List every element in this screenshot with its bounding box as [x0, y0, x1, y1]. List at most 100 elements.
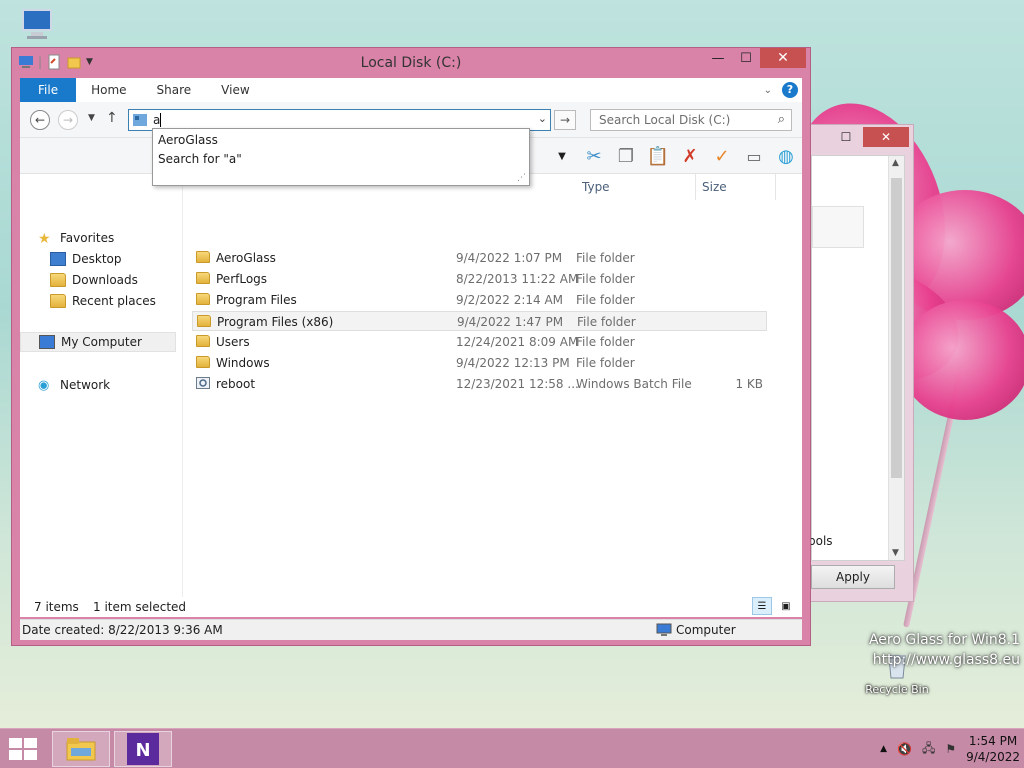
bw-content-panel: ▲ ▼ bols [808, 155, 905, 561]
search-box[interactable]: Search Local Disk (C:) ⌕ [590, 109, 792, 131]
tab-file[interactable]: File [20, 78, 77, 102]
navigation-pane: ★ Favorites Desktop Downloads Recent pla… [20, 174, 183, 617]
file-explorer-icon [66, 738, 96, 761]
drive-icon [133, 114, 147, 126]
address-dropdown-icon[interactable]: ⌄ [538, 112, 547, 125]
scroll-up-icon[interactable]: ▲ [892, 158, 899, 168]
scroll-down-icon[interactable]: ▼ [892, 548, 899, 558]
volume-muted-icon[interactable]: 🔇 [897, 742, 912, 756]
rename-icon[interactable]: ▭ [742, 144, 766, 168]
suggestion-aeroglass[interactable]: AeroGlass [158, 131, 218, 149]
bw-close-button[interactable]: ✕ [863, 127, 909, 147]
text-caret [160, 113, 161, 127]
column-header-type[interactable]: Type [576, 174, 696, 200]
file-date: 9/4/2022 12:13 PM [456, 356, 570, 370]
checkmark-icon[interactable]: ✓ [710, 144, 734, 168]
clock[interactable]: 1:54 PM 9/4/2022 [966, 733, 1020, 765]
resize-grip-icon[interactable]: ⋰ [517, 173, 526, 183]
up-button[interactable]: ↑ [106, 110, 118, 126]
bw-scroll-thumb[interactable] [891, 178, 902, 478]
table-row[interactable]: Users 12/24/2021 8:09 AM File folder [192, 332, 767, 352]
help-icon[interactable]: ? [782, 82, 798, 98]
background-window[interactable]: ☐ ✕ ▲ ▼ bols Apply [800, 124, 914, 602]
large-icons-view-icon[interactable]: ▣ [776, 597, 796, 615]
recent-locations-icon[interactable]: ▼ [88, 113, 95, 123]
nav-recent-label: Recent places [72, 294, 156, 308]
file-type: File folder [577, 315, 636, 329]
taskbar-file-explorer[interactable] [52, 731, 110, 767]
nav-network-label: Network [60, 378, 111, 392]
table-row[interactable]: Windows 9/4/2022 12:13 PM File folder [192, 353, 767, 373]
file-name: Users [216, 335, 250, 349]
apply-button[interactable]: Apply [811, 565, 895, 589]
table-row[interactable]: AeroGlass 9/4/2022 1:07 PM File folder [192, 248, 767, 268]
star-icon: ★ [38, 231, 51, 247]
file-date: 8/22/2013 11:22 AM [456, 272, 579, 286]
nav-desktop[interactable]: Desktop [50, 249, 122, 269]
suggestion-search[interactable]: Search for "a" [158, 150, 242, 168]
cut-icon[interactable]: ✂ [582, 144, 606, 168]
desktop-icon-computer[interactable] [14, 6, 60, 45]
table-row[interactable]: Program Files (x86) 9/4/2022 1:47 PM Fil… [192, 311, 767, 331]
toolbar-dropdown-icon[interactable]: ▼ [550, 144, 574, 168]
file-date: 9/4/2022 1:47 PM [457, 315, 564, 329]
table-row[interactable]: Program Files 9/2/2022 2:14 AM File fold… [192, 290, 767, 310]
nav-downloads[interactable]: Downloads [50, 270, 138, 290]
back-button[interactable]: ← [30, 110, 50, 130]
downloads-icon [50, 273, 66, 287]
file-name: Program Files (x86) [217, 315, 334, 329]
bw-scrollbar[interactable]: ▲ ▼ [888, 156, 904, 560]
go-button[interactable]: → [554, 110, 576, 130]
search-icon[interactable]: ⌕ [778, 112, 785, 127]
nav-favorites[interactable]: ★ Favorites [38, 228, 114, 248]
clock-time: 1:54 PM [968, 734, 1018, 748]
tab-view[interactable]: View [206, 78, 264, 102]
file-type: File folder [576, 272, 635, 286]
action-center-icon[interactable]: ⚑ [945, 742, 956, 756]
search-input[interactable]: Search Local Disk (C:) [599, 113, 730, 127]
folder-icon [196, 356, 210, 368]
table-row[interactable]: reboot 12/23/2021 12:58 ... Windows Batc… [192, 374, 767, 394]
file-list: Type Size AeroGlass 9/4/2022 1:07 PM Fil… [184, 174, 802, 617]
show-hidden-icons-icon[interactable]: ▲ [880, 744, 887, 754]
file-date: 9/4/2022 1:07 PM [456, 251, 563, 265]
details-bar: Date created: 8/22/2013 9:36 AM Computer [20, 619, 802, 640]
file-date: 12/23/2021 12:58 ... [456, 377, 579, 391]
batch-file-icon [196, 377, 210, 389]
minimize-button[interactable]: — [704, 48, 732, 68]
taskbar-app-nd[interactable]: N [114, 731, 172, 767]
maximize-button[interactable]: ☐ [732, 48, 760, 68]
title-bar[interactable]: | ▼ Local Disk (C:) — ☐ ✕ [12, 48, 810, 78]
date-created: Date created: 8/22/2013 9:36 AM [22, 623, 223, 637]
file-type: File folder [576, 293, 635, 307]
tab-share[interactable]: Share [142, 78, 207, 102]
file-name: reboot [216, 377, 256, 391]
windows-start-icon[interactable] [8, 737, 38, 761]
bw-maximize-button[interactable]: ☐ [829, 127, 863, 147]
close-button[interactable]: ✕ [760, 48, 806, 68]
tab-home[interactable]: Home [76, 78, 141, 102]
delete-icon[interactable]: ✗ [678, 144, 702, 168]
forward-button[interactable]: → [58, 110, 78, 130]
content-area: ★ Favorites Desktop Downloads Recent pla… [20, 174, 802, 617]
copy-icon[interactable]: ❐ [614, 144, 638, 168]
nav-computer-label: My Computer [61, 335, 142, 349]
nav-recent-places[interactable]: Recent places [50, 291, 156, 311]
status-bar: 7 items 1 item selected ☰ ▣ [20, 597, 802, 617]
folder-icon [196, 272, 210, 284]
expand-ribbon-icon[interactable]: ⌄ [764, 85, 772, 96]
ribbon-tabs: File Home Share View ⌄ ? [20, 78, 802, 102]
nav-desktop-label: Desktop [72, 252, 122, 266]
network-status-icon[interactable]: 🖧 [922, 739, 935, 760]
paste-icon[interactable]: 📋 [646, 144, 670, 168]
table-row[interactable]: PerfLogs 8/22/2013 11:22 AM File folder [192, 269, 767, 289]
bw-partial-text: bols [808, 534, 833, 548]
nav-downloads-label: Downloads [72, 273, 138, 287]
globe-icon[interactable]: ◍ [774, 144, 798, 168]
column-header-size[interactable]: Size [696, 174, 776, 200]
my-computer-icon [39, 335, 55, 349]
nav-network[interactable]: ◉ Network [38, 375, 110, 395]
nav-my-computer[interactable]: My Computer [20, 332, 176, 352]
desktop-icon [50, 252, 66, 266]
details-view-icon[interactable]: ☰ [752, 597, 772, 615]
